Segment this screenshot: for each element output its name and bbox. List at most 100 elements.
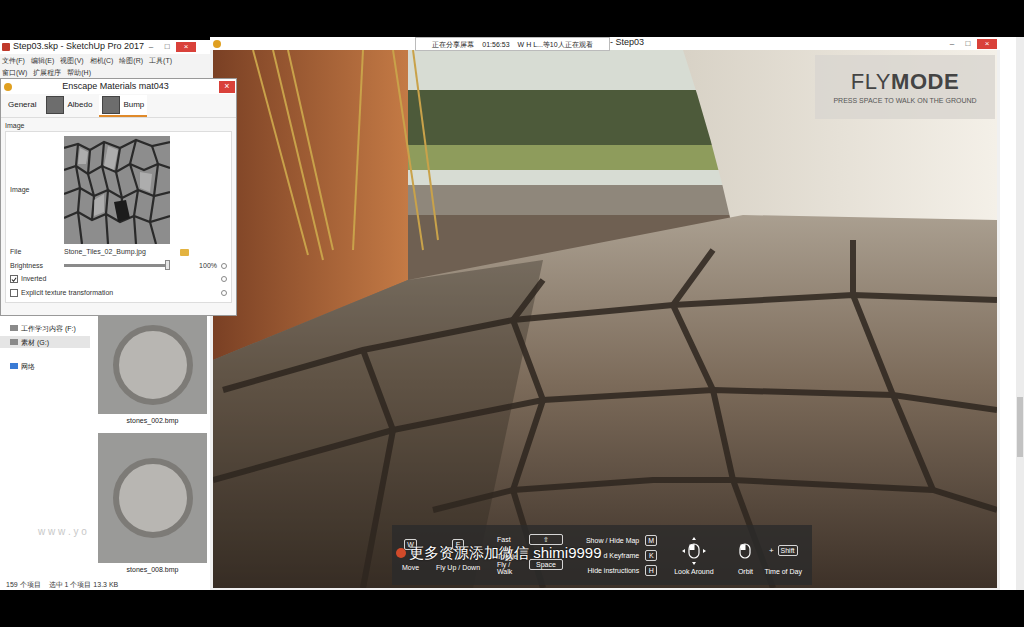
slider-thumb[interactable]	[165, 260, 170, 270]
render-viewport-image	[213, 50, 997, 588]
tab-thumbnail-icon	[102, 96, 120, 114]
look-around-mouse-icon	[679, 536, 709, 566]
dialog-tab[interactable]: General	[5, 95, 39, 117]
dialog-close-button[interactable]: ×	[219, 81, 235, 93]
bump-texture-image	[64, 136, 170, 244]
sketchup-title-bar: Step03.skp - SketchUp Pro 2017–□×	[0, 40, 210, 54]
group-label: Image	[5, 122, 232, 129]
sketchup-logo-icon	[2, 43, 10, 51]
dialog-tab[interactable]: Bump	[99, 95, 147, 117]
watermark-logo-icon	[396, 548, 406, 558]
menu-item[interactable]: 绘图(R)	[119, 57, 143, 64]
dialog-title: Enscape Materials mat043	[62, 82, 169, 91]
file-item[interactable]: stones_008.bmp	[98, 433, 207, 578]
brightness-label: Brightness	[10, 261, 64, 272]
flymode-title: FLYMODE	[851, 71, 960, 93]
menu-item[interactable]: 编辑(E)	[31, 57, 54, 64]
close-button[interactable]: ×	[977, 39, 997, 49]
share-time: 01:56:53	[482, 41, 509, 48]
menu-item[interactable]: 扩展程序	[33, 69, 61, 76]
image-group: ImageImageFileStone_Tiles_02_Bump.jpgBri…	[5, 122, 232, 303]
check-icon	[11, 276, 17, 283]
stone-thumbnail-image	[98, 316, 207, 414]
orbit-mouse-icon	[730, 536, 760, 566]
selection-info: 选中 1 个项目 13.3 KB	[49, 581, 119, 588]
brightness-slider[interactable]	[64, 264, 170, 267]
window-buttons: –□×	[144, 42, 196, 52]
share-viewers: W H L...等10人正在观看	[518, 41, 593, 48]
menu-item[interactable]: 文件(F)	[2, 57, 25, 64]
menu-item[interactable]: 工具(T)	[149, 57, 172, 64]
maximize-button[interactable]: □	[160, 42, 174, 52]
image-row: Image	[10, 136, 227, 244]
explorer-status-bar: 159 个项目 选中 1 个项目 13.3 KB	[0, 578, 210, 590]
enscape-logo-icon	[213, 40, 221, 48]
slider-fill	[64, 264, 170, 267]
info-icon	[221, 276, 227, 282]
image-label: Image	[10, 185, 64, 196]
control-item: Fast⇧	[497, 534, 569, 545]
info-icon	[221, 263, 227, 269]
enscape-dialog-icon	[4, 83, 12, 91]
flymode-hint: PRESS SPACE TO WALK ON THE GROUND	[833, 97, 976, 104]
network-icon	[10, 363, 18, 369]
key-cap: M	[645, 535, 657, 546]
sketchup-menu-bar: 文件(F) 编辑(E) 视图(V) 相机(C) 绘图(R) 工具(T)	[0, 54, 210, 66]
brightness-reading: 100%	[199, 261, 217, 272]
checkbox-row: Explicit texture transformation	[10, 288, 227, 299]
file-row: FileStone_Tiles_02_Bump.jpg	[10, 247, 227, 258]
item-count: 159 个项目	[6, 581, 41, 588]
sketchup-menu-bar: 窗口(W) 扩展程序帮助(H)	[0, 66, 210, 78]
window-buttons: –□×	[945, 39, 997, 49]
drive-icon	[10, 339, 18, 345]
dialog-title-bar: Enscape Materials mat043 ×	[1, 79, 236, 94]
menu-item[interactable]: 相机(C)	[90, 57, 114, 64]
scrollbar[interactable]	[1016, 37, 1024, 590]
maximize-button[interactable]: □	[961, 39, 975, 49]
menu-item[interactable]: 窗口(W)	[2, 69, 27, 76]
control-item: Show / Hide MapM	[586, 535, 657, 546]
tab-thumbnail-icon	[46, 96, 64, 114]
info-icon	[221, 290, 227, 296]
checkbox-row: Inverted	[10, 274, 227, 285]
scrollbar-thumb[interactable]	[1017, 397, 1023, 457]
checkbox[interactable]	[10, 275, 18, 283]
file-name: Stone_Tiles_02_Bump.jpg	[64, 247, 180, 258]
dialog-tab[interactable]: Albedo	[43, 95, 95, 117]
share-status: 正在分享屏幕	[432, 41, 474, 48]
video-watermark: 更多资源添加微信 shimi9999	[396, 545, 602, 560]
file-item[interactable]: stones_002.bmp	[98, 316, 207, 429]
enscape-window: - Step03–□×FLYMODEPRESS SPACE TO WALK ON…	[210, 37, 1000, 590]
checkbox[interactable]	[10, 289, 18, 297]
close-button[interactable]: ×	[176, 42, 196, 52]
sketchup-title: Step03.skp - SketchUp Pro 2017	[13, 40, 144, 54]
folder-icon[interactable]	[180, 249, 189, 256]
nav-item[interactable]: 素材 (G:)	[0, 336, 90, 348]
file-explorer: 工作学习内容 (F:)素材 (G:)网络stones_002.bmpstones…	[0, 316, 210, 590]
brightness-row: Brightness 100%	[10, 261, 227, 272]
screen: Step03.skp - SketchUp Pro 2017–□×文件(F)编辑…	[0, 0, 1024, 627]
control-item: Orbit+ShiftTime of Day	[730, 536, 801, 575]
drive-icon	[10, 325, 18, 331]
minimize-button[interactable]: –	[945, 39, 959, 49]
minimize-button[interactable]: –	[144, 42, 158, 52]
menu-item[interactable]: 帮助(H)	[67, 69, 91, 76]
materials-dialog: Enscape Materials mat043×GeneralAlbedoBu…	[0, 78, 237, 316]
key-cap: K	[645, 550, 657, 561]
background-window-edge	[1000, 37, 1024, 590]
screen-share-bar: 正在分享屏幕 01:56:53 W H L...等10人正在观看	[415, 37, 610, 51]
file-list: stones_002.bmpstones_008.bmp	[90, 316, 210, 578]
key-cap: H	[645, 565, 657, 576]
nav-item[interactable]: 网络	[0, 360, 90, 372]
enscape-title: - Step03	[610, 38, 644, 47]
file-label: File	[10, 247, 64, 258]
control-item: Hide instructionsH	[586, 565, 657, 576]
site-watermark: w w w . y o	[38, 524, 87, 539]
key-cap: Space	[529, 559, 563, 570]
control-item: Look Around	[674, 536, 713, 575]
dialog-tabs: GeneralAlbedoBump	[1, 94, 236, 118]
navigation-pane: 工作学习内容 (F:) 素材 (G:) 网络	[0, 316, 90, 578]
menu-item[interactable]: 视图(V)	[60, 57, 83, 64]
sketchup-window: Step03.skp - SketchUp Pro 2017–□× 文件(F) 编辑…	[0, 40, 210, 80]
nav-item[interactable]: 工作学习内容 (F:)	[0, 322, 90, 334]
